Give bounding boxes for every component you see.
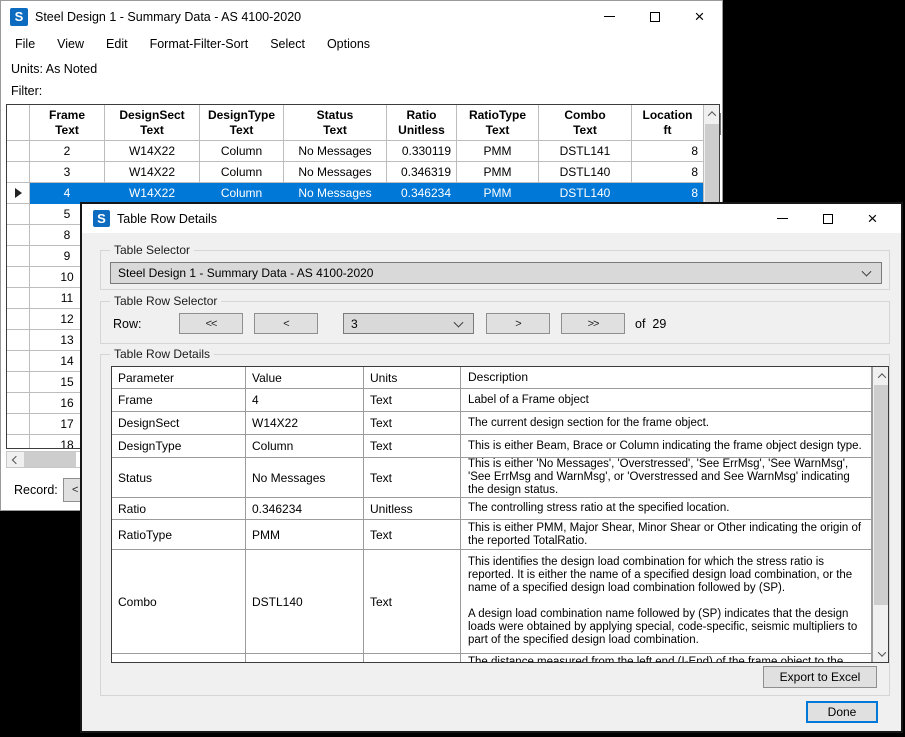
table-selector-group-label: Table Selector	[110, 243, 194, 257]
record-label: Record:	[14, 483, 58, 497]
maximize-button[interactable]	[632, 1, 677, 32]
dialog-table-selector-value: Steel Design 1 - Summary Data - AS 4100-…	[118, 266, 373, 280]
row-number-dropdown[interactable]: 3	[343, 313, 474, 334]
maximize-icon	[823, 214, 833, 224]
menu-view[interactable]: View	[46, 34, 95, 54]
table-row-selector-group: Table Row Selector Row: << < 3 > >> of 2…	[100, 301, 890, 344]
chevron-down-icon	[862, 267, 872, 277]
table-row-details-group-label: Table Row Details	[110, 347, 214, 361]
table-selector-group: Table Selector Steel Design 1 - Summary …	[100, 250, 890, 290]
menubar: File View Edit Format-Filter-Sort Select…	[1, 32, 722, 56]
chevron-down-icon	[454, 317, 464, 327]
app-icon: S	[93, 210, 110, 227]
scroll-up-button[interactable]	[873, 367, 889, 384]
menu-select[interactable]: Select	[259, 34, 316, 54]
minimize-button[interactable]	[760, 204, 805, 233]
chevron-left-icon	[11, 455, 19, 463]
details-row[interactable]: Status No Messages Text This is either '…	[112, 458, 872, 498]
details-row[interactable]: Location 8 ft The distance measured from…	[112, 654, 872, 663]
details-row[interactable]: Ratio 0.346234 Unitless The controlling …	[112, 498, 872, 520]
current-row-arrow-icon	[15, 188, 22, 198]
close-icon: ×	[695, 12, 705, 22]
grid-header-row: FrameText DesignSectText DesignTypeText …	[7, 105, 719, 141]
menu-file[interactable]: File	[4, 34, 46, 54]
dialog-table-selector-dropdown[interactable]: Steel Design 1 - Summary Data - AS 4100-…	[110, 262, 882, 284]
details-row[interactable]: Combo DSTL140 Text This identifies the d…	[112, 550, 872, 654]
details-vertical-scrollbar[interactable]	[872, 367, 888, 662]
main-window-title: Steel Design 1 - Summary Data - AS 4100-…	[35, 10, 301, 24]
scroll-down-button[interactable]	[873, 645, 889, 662]
scrollbar-thumb[interactable]	[874, 385, 889, 605]
of-total-label: of 29	[635, 317, 666, 331]
export-to-excel-button[interactable]: Export to Excel	[763, 666, 877, 688]
dialog-titlebar: S Table Row Details ×	[82, 204, 901, 233]
close-button[interactable]: ×	[850, 204, 895, 233]
filter-label: Filter:	[11, 84, 42, 98]
app-icon: S	[10, 8, 28, 26]
table-row-details-dialog: S Table Row Details × Table Selector Ste…	[80, 202, 903, 733]
table-row[interactable]: 2 W14X22 Column No Messages 0.330119 PMM…	[7, 141, 719, 162]
dialog-title: Table Row Details	[117, 212, 217, 226]
scrollbar-thumb[interactable]	[24, 452, 76, 467]
maximize-button[interactable]	[805, 204, 850, 233]
scroll-up-button[interactable]	[704, 105, 719, 122]
row-label: Row:	[113, 317, 141, 331]
minimize-icon	[604, 16, 615, 17]
chevron-up-icon	[707, 111, 715, 119]
chevron-up-icon	[877, 373, 885, 381]
table-row-selected[interactable]: 4 W14X22 Column No Messages 0.346234 PMM…	[7, 183, 719, 204]
table-row[interactable]: 3 W14X22 Column No Messages 0.346319 PMM…	[7, 162, 719, 183]
scroll-left-button[interactable]	[7, 452, 24, 467]
done-button[interactable]: Done	[806, 701, 878, 723]
menu-edit[interactable]: Edit	[95, 34, 139, 54]
main-titlebar: S Steel Design 1 - Summary Data - AS 410…	[1, 1, 722, 32]
close-button[interactable]: ×	[677, 1, 722, 32]
details-row[interactable]: DesignType Column Text This is either Be…	[112, 435, 872, 458]
last-row-button[interactable]: >>	[561, 313, 625, 334]
chevron-down-icon	[877, 648, 885, 656]
close-icon: ×	[868, 214, 878, 224]
first-row-button[interactable]: <<	[179, 313, 243, 334]
details-row[interactable]: RatioType PMM Text This is either PMM, M…	[112, 520, 872, 550]
details-row[interactable]: DesignSect W14X22 Text The current desig…	[112, 412, 872, 435]
maximize-icon	[650, 12, 660, 22]
details-row[interactable]: Frame 4 Text Label of a Frame object	[112, 389, 872, 412]
minimize-button[interactable]	[587, 1, 632, 32]
row-number-value: 3	[351, 317, 358, 331]
table-row-details-group: Table Row Details Parameter Value Units …	[100, 354, 890, 696]
previous-row-button[interactable]: <	[254, 313, 318, 334]
menu-format-filter-sort[interactable]: Format-Filter-Sort	[139, 34, 260, 54]
table-row-selector-group-label: Table Row Selector	[110, 294, 221, 308]
units-label: Units: As Noted	[11, 62, 97, 76]
details-header-row: Parameter Value Units Description	[112, 367, 872, 389]
menu-options[interactable]: Options	[316, 34, 381, 54]
details-table: Parameter Value Units Description Frame …	[111, 366, 889, 663]
minimize-icon	[777, 218, 788, 219]
next-row-button[interactable]: >	[486, 313, 550, 334]
